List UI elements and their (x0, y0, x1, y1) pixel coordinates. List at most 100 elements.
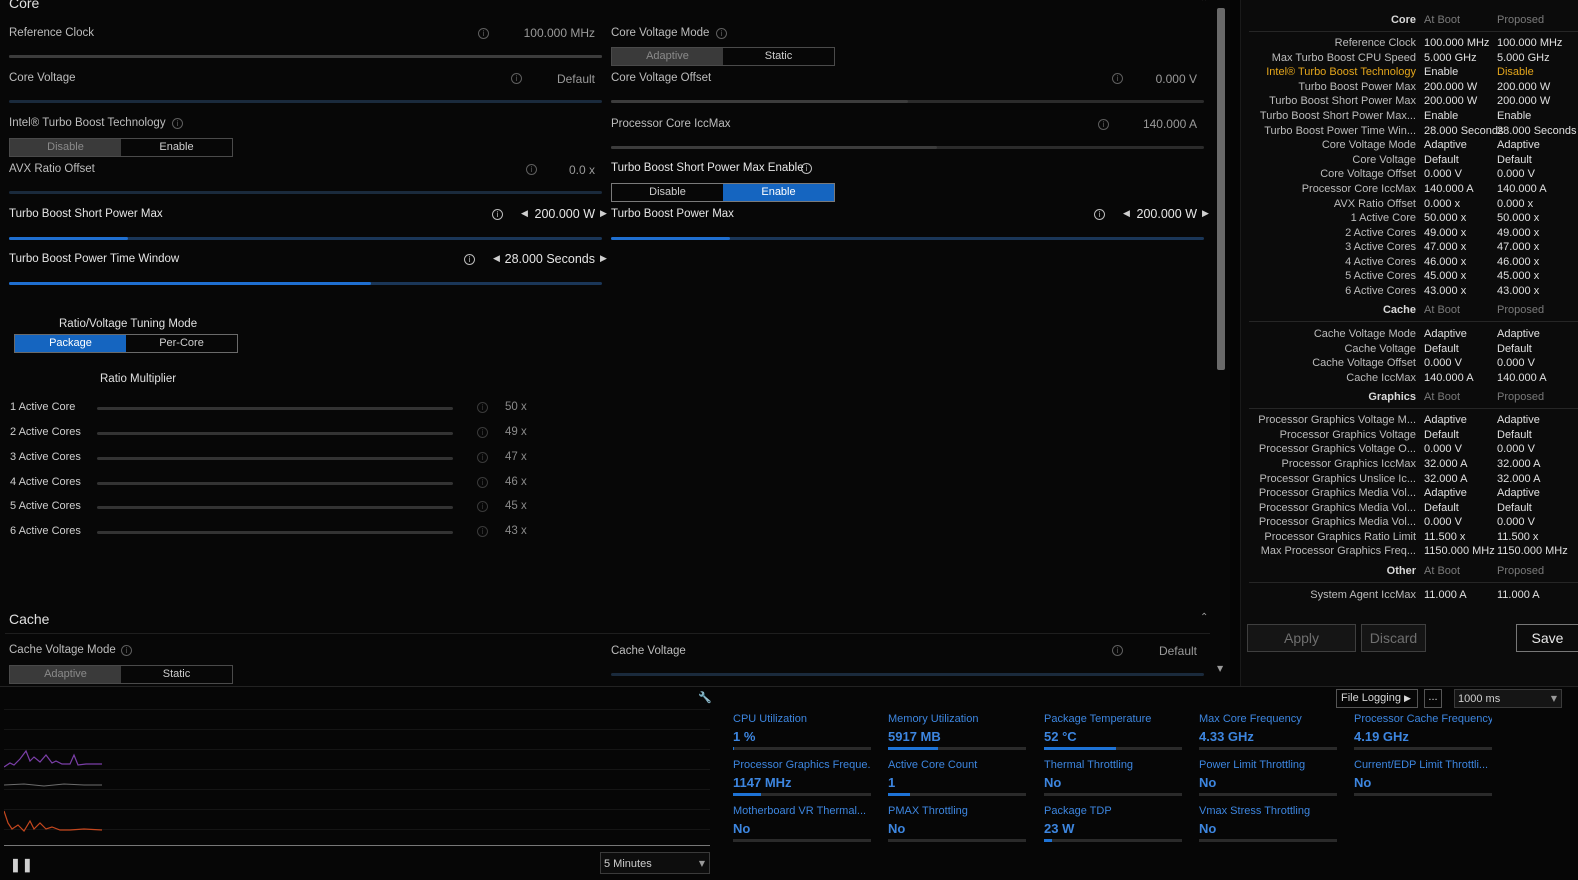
interval-dropdown[interactable]: 1000 ms ▼ (1454, 689, 1562, 708)
row-proposed: 47.000 x (1497, 241, 1540, 253)
info-icon[interactable]: i (477, 501, 488, 512)
info-icon[interactable]: i (492, 209, 503, 220)
adaptive-option[interactable]: Adaptive (612, 48, 723, 65)
row-proposed: 0.000 V (1497, 168, 1535, 180)
row-proposed: 100.000 MHz (1497, 37, 1563, 49)
decrease-arrow-icon[interactable]: ◀ (521, 209, 528, 219)
ratio-row: 5 Active Cores i 45 x (0, 499, 600, 519)
file-logging-button[interactable]: File Logging ▶ (1336, 689, 1418, 708)
info-icon[interactable]: i (526, 164, 537, 175)
core-voltage-offset-value: 0.000 V (1155, 72, 1197, 86)
cache-voltage-value: Default (1158, 644, 1197, 658)
info-icon[interactable]: i (1098, 119, 1109, 130)
metric-bar (1199, 793, 1337, 796)
row-name: Reference Clock (1334, 37, 1416, 49)
row-proposed: 43.000 x (1497, 285, 1540, 297)
increase-arrow-icon[interactable]: ▶ (600, 209, 607, 219)
metric-vmax-stress-throttling: Vmax Stress Throttling No (1199, 805, 1337, 842)
time-range-dropdown[interactable]: 5 Minutes ▼ (600, 852, 710, 874)
scroll-down-icon[interactable]: ▼ (1217, 664, 1223, 673)
avx-ratio-offset-value: 0.0 x (568, 163, 595, 177)
info-icon[interactable]: i (716, 28, 727, 39)
enable-option[interactable]: Enable (723, 184, 834, 201)
ratio-row: 1 Active Core i 50 x (0, 400, 600, 420)
avx-ratio-offset-slider[interactable] (9, 191, 602, 194)
turbo-power-max-value[interactable]: 200.000 W (1132, 207, 1197, 221)
metric-value: 23 W (1044, 821, 1075, 836)
logging-options-button[interactable]: ... (1424, 689, 1442, 708)
info-icon[interactable]: i (477, 452, 488, 463)
cache-voltage-slider[interactable] (611, 673, 1204, 676)
save-button[interactable]: Save (1516, 624, 1578, 652)
file-logging-label: File Logging (1341, 692, 1401, 704)
decrease-arrow-icon[interactable]: ◀ (493, 254, 500, 264)
ratio-row-slider[interactable] (97, 482, 453, 485)
ratio-row-value: 46 x (505, 476, 527, 488)
info-icon[interactable]: i (1112, 73, 1123, 84)
increase-arrow-icon[interactable]: ▶ (1202, 209, 1209, 219)
row-proposed: 0.000 V (1497, 443, 1535, 455)
info-icon[interactable]: i (477, 427, 488, 438)
ratio-row-slider[interactable] (97, 432, 453, 435)
wrench-icon[interactable]: 🔧 (698, 691, 712, 704)
row-proposed: 32.000 A (1497, 458, 1541, 470)
row-boot: 0.000 V (1424, 516, 1462, 528)
core-voltage-mode-toggle[interactable]: Adaptive Static (611, 47, 835, 66)
info-icon[interactable]: i (477, 477, 488, 488)
tuning-mode-toggle[interactable]: Package Per-Core (14, 334, 238, 353)
adaptive-option[interactable]: Adaptive (10, 666, 121, 683)
turbo-boost-tech-toggle[interactable]: Disable Enable (9, 138, 233, 157)
decrease-arrow-icon[interactable]: ◀ (1123, 209, 1130, 219)
info-icon[interactable]: i (801, 163, 812, 174)
pause-icon[interactable]: ❚❚ (10, 857, 34, 873)
processor-core-iccmax-slider[interactable] (611, 146, 1204, 149)
turbo-power-time-window-value[interactable]: 28.000 Seconds (503, 252, 595, 266)
row-proposed: 28.000 Seconds (1497, 125, 1577, 137)
collapse-core-icon[interactable]: ⌃ (1200, 0, 1208, 8)
cache-voltage-mode-toggle[interactable]: Adaptive Static (9, 665, 233, 684)
ratio-row-slider[interactable] (97, 531, 453, 534)
row-boot: 200.000 W (1424, 81, 1478, 93)
core-voltage-slider[interactable] (9, 100, 602, 103)
static-option[interactable]: Static (723, 48, 834, 65)
apply-button[interactable]: Apply (1247, 624, 1356, 652)
info-icon[interactable]: i (464, 254, 475, 265)
info-icon[interactable]: i (477, 402, 488, 413)
disable-option[interactable]: Disable (612, 184, 723, 201)
row-proposed: Default (1497, 154, 1532, 166)
discard-button[interactable]: Discard (1361, 624, 1426, 652)
increase-arrow-icon[interactable]: ▶ (600, 254, 607, 264)
info-icon[interactable]: i (1094, 209, 1105, 220)
core-voltage-offset-slider[interactable] (611, 100, 1204, 103)
turbo-power-max-slider[interactable] (611, 237, 1204, 240)
turbo-boost-enable-option[interactable]: Enable (121, 139, 232, 156)
ratio-row-label: 6 Active Cores (10, 525, 81, 537)
core-voltage-value: Default (556, 72, 595, 86)
ratio-row-slider[interactable] (97, 457, 453, 460)
turbo-boost-disable-option[interactable]: Disable (10, 139, 121, 156)
info-icon[interactable]: i (172, 118, 183, 129)
col-proposed: Proposed (1497, 14, 1545, 26)
package-option[interactable]: Package (15, 335, 126, 352)
ratio-row-value: 50 x (505, 401, 527, 413)
info-icon[interactable]: i (478, 28, 489, 39)
turbo-power-max-label: Turbo Boost Power Max (611, 208, 734, 220)
per-core-option[interactable]: Per-Core (126, 335, 237, 352)
row-name: Turbo Boost Power Time Win... (1264, 125, 1416, 137)
turbo-short-power-max-slider[interactable] (9, 237, 602, 240)
ratio-row-slider[interactable] (97, 506, 453, 509)
turbo-short-power-enable-toggle[interactable]: Disable Enable (611, 183, 835, 202)
turbo-short-power-enable-label: Turbo Boost Short Power Max Enable (611, 162, 804, 174)
static-option[interactable]: Static (121, 666, 232, 683)
vertical-scrollbar[interactable] (1217, 8, 1225, 370)
turbo-power-time-window-slider[interactable] (9, 282, 602, 285)
row-boot: 140.000 A (1424, 372, 1474, 384)
info-icon[interactable]: i (121, 645, 132, 656)
collapse-cache-icon[interactable]: ⌃ (1200, 612, 1208, 623)
ratio-row-slider[interactable] (97, 407, 453, 410)
metric-title: Motherboard VR Thermal... (733, 805, 867, 817)
info-icon[interactable]: i (477, 526, 488, 537)
row-name: Cache IccMax (1346, 372, 1416, 384)
info-icon[interactable]: i (1112, 645, 1123, 656)
turbo-short-power-max-value[interactable]: 200.000 W (530, 207, 595, 221)
